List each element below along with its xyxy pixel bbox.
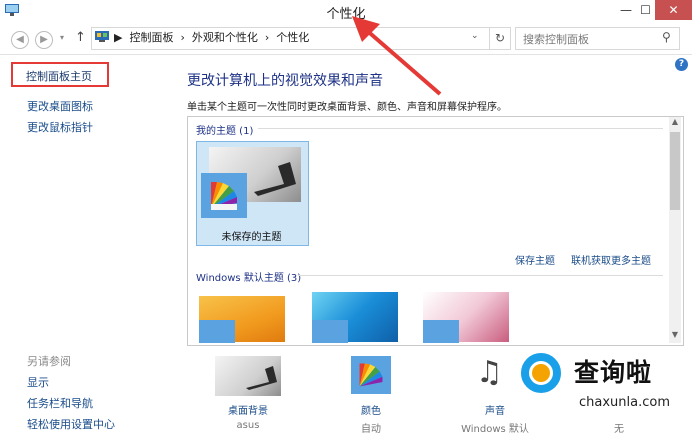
see-also-display[interactable]: 显示 — [27, 374, 49, 390]
unsaved-theme-label: 未保存的主题 — [221, 232, 282, 243]
watermark-logo-dot — [532, 364, 550, 382]
forward-arrow-icon[interactable]: ▶ — [35, 31, 53, 49]
see-also-heading: 另请参阅 — [27, 355, 71, 368]
get-more-themes-link[interactable]: 联机获取更多主题 — [571, 252, 651, 267]
up-arrow-icon[interactable]: ↑ — [75, 30, 86, 45]
scrollbar-thumb[interactable] — [670, 132, 680, 210]
control-panel-home-label: 控制面板主页 — [26, 70, 92, 83]
help-icon[interactable]: ? — [675, 58, 688, 71]
save-theme-link[interactable]: 保存主题 — [515, 252, 555, 267]
search-placeholder: 搜索控制面板 — [523, 33, 589, 46]
theme-thumb-palette-icon — [312, 320, 348, 343]
address-dropdown-chevron-icon[interactable]: ⌄ — [471, 31, 479, 41]
see-also-ease-of-access[interactable]: 轻松使用设置中心 — [27, 416, 115, 432]
scroll-down-arrow-icon[interactable]: ▼ — [669, 330, 681, 342]
windows-themes-heading: Windows 默认主题 (3) — [196, 273, 302, 284]
section-divider — [258, 128, 663, 129]
desktop-background-link[interactable]: 桌面背景 — [203, 402, 293, 417]
watermark-url: chaxunla.com — [579, 395, 670, 410]
annotation-arrow — [352, 16, 442, 96]
control-panel-icon — [95, 31, 109, 42]
refresh-icon[interactable]: ↻ — [489, 27, 511, 50]
maximize-button[interactable]: ☐ — [636, 0, 655, 20]
control-panel-home-link[interactable]: 控制面板主页 — [11, 62, 109, 87]
section-divider — [298, 275, 663, 276]
color-link[interactable]: 颜色 — [326, 402, 416, 417]
laptop-graphic — [254, 162, 296, 196]
my-themes-heading: 我的主题 (1) — [196, 126, 254, 137]
theme-thumb-palette-icon — [199, 320, 235, 343]
close-button[interactable]: ✕ — [655, 0, 692, 20]
color-icon[interactable] — [351, 356, 391, 394]
search-icon[interactable]: ⚲ — [662, 30, 671, 44]
desktop-background-value: asus — [236, 420, 260, 431]
scroll-up-arrow-icon[interactable]: ▲ — [669, 117, 681, 129]
see-also-taskbar[interactable]: 任务栏和导航 — [27, 395, 93, 411]
breadcrumb[interactable]: ▶ 控制面板 › 外观和个性化 › 个性化 — [114, 29, 309, 45]
window-title: 个性化 — [326, 7, 366, 22]
sidebar-item-desktop-icons[interactable]: 更改桌面图标 — [27, 98, 93, 114]
back-arrow-icon[interactable]: ◀ — [11, 31, 29, 49]
watermark-brand: 查询啦 — [574, 358, 653, 387]
sound-icon[interactable]: ♫ — [476, 356, 503, 390]
sidebar-item-mouse-pointer[interactable]: 更改鼠标指针 — [27, 119, 93, 135]
color-swatch-fan-icon — [211, 182, 237, 210]
desktop-background-icon[interactable] — [215, 356, 281, 396]
theme-thumb-palette-icon — [423, 320, 459, 343]
recent-locations-chevron-icon[interactable]: ▾ — [60, 33, 64, 42]
page-description: 单击某个主题可一次性同时更改桌面背景、颜色、声音和屏幕保护程序。 — [187, 102, 507, 113]
